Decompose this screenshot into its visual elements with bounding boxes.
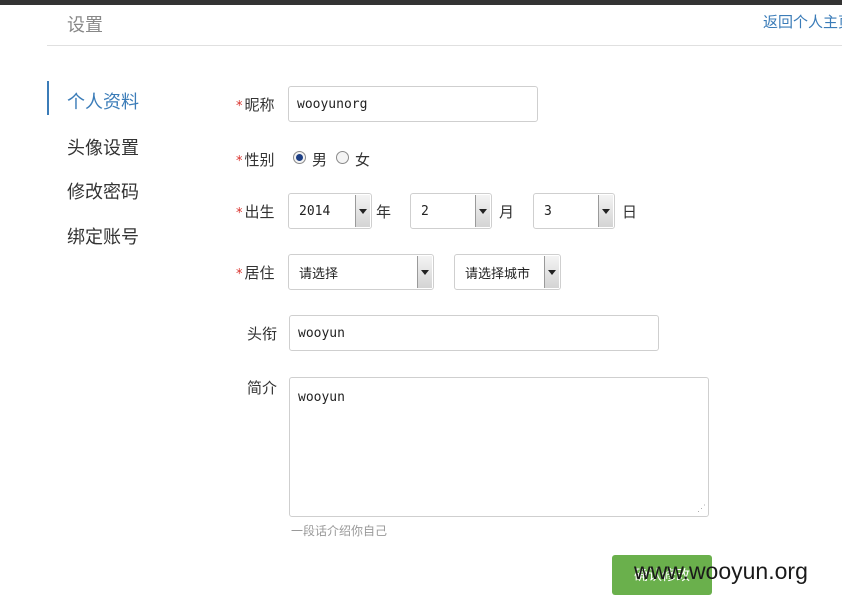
birth-day-select[interactable]: 3 [533, 193, 615, 229]
resize-grip-icon[interactable]: ⋰ [697, 505, 706, 514]
gender-female-label: 女 [355, 151, 371, 169]
required-mark: * [236, 154, 243, 169]
sidebar-item-profile[interactable]: 个人资料 [67, 88, 139, 114]
top-bar [0, 0, 842, 5]
city-select[interactable]: 请选择城市 [454, 254, 561, 290]
sidebar-active-indicator [47, 81, 49, 115]
sidebar-item-avatar[interactable]: 头像设置 [67, 134, 139, 160]
residence-label: * 居住 [236, 264, 275, 282]
chevron-down-icon [475, 195, 490, 227]
watermark: www.wooyun.org [634, 558, 808, 584]
bio-hint: 一段话介绍你自己 [291, 524, 388, 538]
birth-year-select[interactable]: 2014 [288, 193, 372, 229]
day-unit: 日 [622, 203, 638, 221]
bio-label: 简介 [247, 379, 278, 397]
sidebar-item-password[interactable]: 修改密码 [67, 178, 139, 204]
back-to-profile-link[interactable]: 返回个人主页 [763, 11, 842, 32]
year-unit: 年 [376, 203, 392, 221]
required-mark: * [236, 267, 243, 282]
headline-label: 头衔 [247, 325, 278, 343]
birth-month-select[interactable]: 2 [410, 193, 492, 229]
header-divider [47, 45, 842, 46]
gender-female-radio[interactable] [336, 151, 349, 164]
chevron-down-icon [598, 195, 613, 227]
gender-male-label: 男 [312, 151, 328, 169]
required-mark: * [236, 206, 243, 221]
chevron-down-icon [417, 256, 432, 288]
required-mark: * [236, 99, 243, 114]
month-unit: 月 [499, 203, 515, 221]
gender-label: * 性别 [236, 151, 275, 169]
sidebar-item-bind-account[interactable]: 绑定账号 [67, 223, 139, 249]
headline-input[interactable]: wooyun [289, 315, 659, 351]
page-title: 设置 [67, 15, 103, 36]
gender-male-radio[interactable] [293, 151, 306, 164]
chevron-down-icon [544, 256, 559, 288]
birth-label: * 出生 [236, 203, 275, 221]
nickname-input[interactable]: wooyunorg [288, 86, 538, 122]
bio-textarea[interactable]: wooyun ⋰ [289, 377, 709, 517]
chevron-down-icon [355, 195, 370, 227]
nickname-label: * 昵称 [236, 96, 275, 114]
province-select[interactable]: 请选择 [288, 254, 434, 290]
